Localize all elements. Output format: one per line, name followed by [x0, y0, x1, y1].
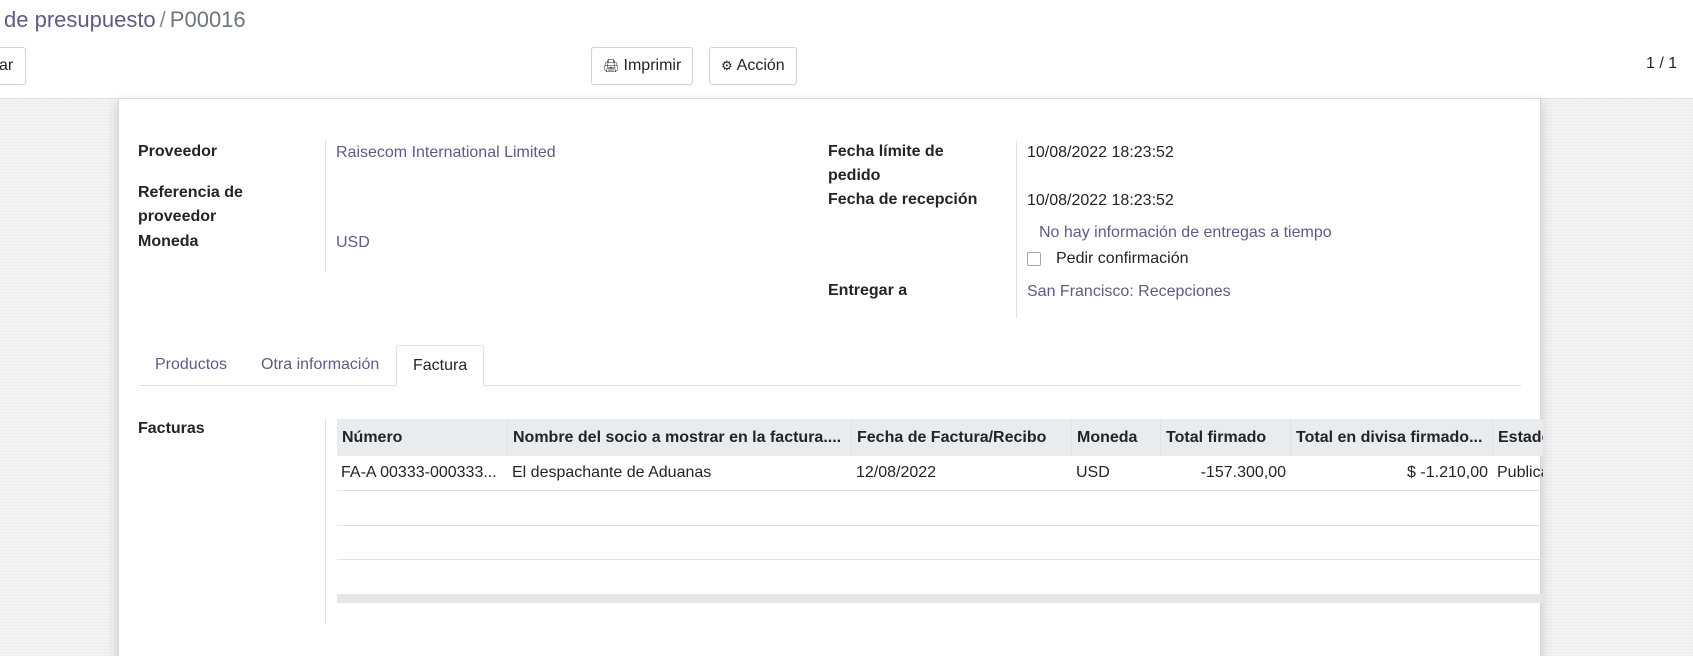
tab-productos[interactable]: Productos [139, 345, 243, 386]
discard-button[interactable]: ar [0, 47, 27, 85]
column-header-fecha[interactable]: Fecha de Factura/Recibo [852, 419, 1072, 456]
breadcrumb-separator: / [159, 7, 166, 32]
row-divider [337, 525, 1543, 526]
fecha-limite-label-line1: Fecha límite de [828, 143, 944, 160]
action-button-label: Acción [736, 57, 785, 74]
cell-total-firmado: -157.300,00 [1200, 464, 1286, 481]
cell-total-divisa: $ -1.210,00 [1407, 464, 1488, 481]
printer-icon: 🖨 [603, 58, 620, 73]
column-header-total-firmado[interactable]: Total firmado [1161, 419, 1291, 456]
breadcrumb-parent-link[interactable]: de presupuesto [4, 7, 156, 32]
entregar-a-label: Entregar a [828, 282, 908, 299]
print-button[interactable]: 🖨 Imprimir [591, 47, 694, 85]
cell-moneda: USD [1076, 464, 1110, 481]
cell-socio: El despachante de Aduanas [512, 464, 712, 481]
fecha-limite-label-line2: pedido [828, 167, 881, 184]
moneda-value[interactable]: USD [336, 231, 370, 255]
cell-fecha: 12/08/2022 [856, 464, 937, 481]
pager-value[interactable]: 1 / 1 [1646, 55, 1677, 73]
fecha-recepcion-label: Fecha de recepción [828, 191, 978, 208]
column-header-total-divisa[interactable]: Total en divisa firmado... [1291, 419, 1493, 456]
proveedor-value[interactable]: Raisecom International Limited [336, 141, 556, 165]
discard-button-label: ar [0, 57, 14, 74]
print-button-label: Imprimir [623, 57, 682, 74]
column-header-numero[interactable]: Número [337, 419, 508, 456]
action-button[interactable]: ⚙ Acción [709, 47, 797, 85]
moneda-label: Moneda [138, 233, 199, 250]
cell-estado: Publicado [1497, 464, 1543, 481]
fecha-limite-value: 10/08/2022 18:23:52 [1027, 144, 1174, 161]
column-header-moneda[interactable]: Moneda [1072, 419, 1161, 456]
tab-factura[interactable]: Factura [396, 345, 485, 386]
facturas-table: Número Nombre del socio a mostrar en la … [337, 419, 1543, 604]
proveedor-label: Proveedor [138, 143, 218, 160]
entregas-info-text: No hay información de entregas a tiempo [1039, 224, 1332, 241]
pedir-confirmacion-checkbox[interactable] [1027, 252, 1041, 266]
facturas-divider [325, 419, 326, 624]
left-group-divider [325, 141, 326, 272]
breadcrumb-current: P00016 [169, 7, 246, 32]
tab-otra-informacion[interactable]: Otra información [245, 345, 395, 386]
pedir-confirmacion-label: Pedir confirmación [1056, 250, 1189, 267]
breadcrumb: de presupuesto / P00016 [4, 6, 246, 34]
gear-icon: ⚙ [721, 58, 733, 73]
entregar-a-value[interactable]: San Francisco: Recepciones [1027, 280, 1231, 304]
form-sheet: Proveedor Raisecom International Limited… [118, 99, 1543, 656]
fecha-recepcion-value: 10/08/2022 18:23:52 [1027, 192, 1174, 209]
row-divider [337, 490, 1543, 491]
content-area: Proveedor Raisecom International Limited… [0, 99, 1693, 656]
referencia-label-line2: proveedor [138, 208, 217, 225]
facturas-label: Facturas [138, 420, 205, 437]
control-panel: de presupuesto / P00016 ar 🖨 Imprimir ⚙ Acci… [0, 0, 1693, 99]
column-header-estado[interactable]: Estado [1493, 419, 1543, 456]
referencia-label-line1: Referencia de [138, 184, 243, 201]
horizontal-scrollbar[interactable] [337, 594, 1543, 603]
right-group-divider [1016, 141, 1017, 318]
cell-numero: FA-A 00333-000333... [341, 464, 497, 481]
column-header-socio[interactable]: Nombre del socio a mostrar en la factura… [508, 419, 852, 456]
row-divider [337, 559, 1543, 560]
table-header: Número Nombre del socio a mostrar en la … [337, 419, 1543, 456]
